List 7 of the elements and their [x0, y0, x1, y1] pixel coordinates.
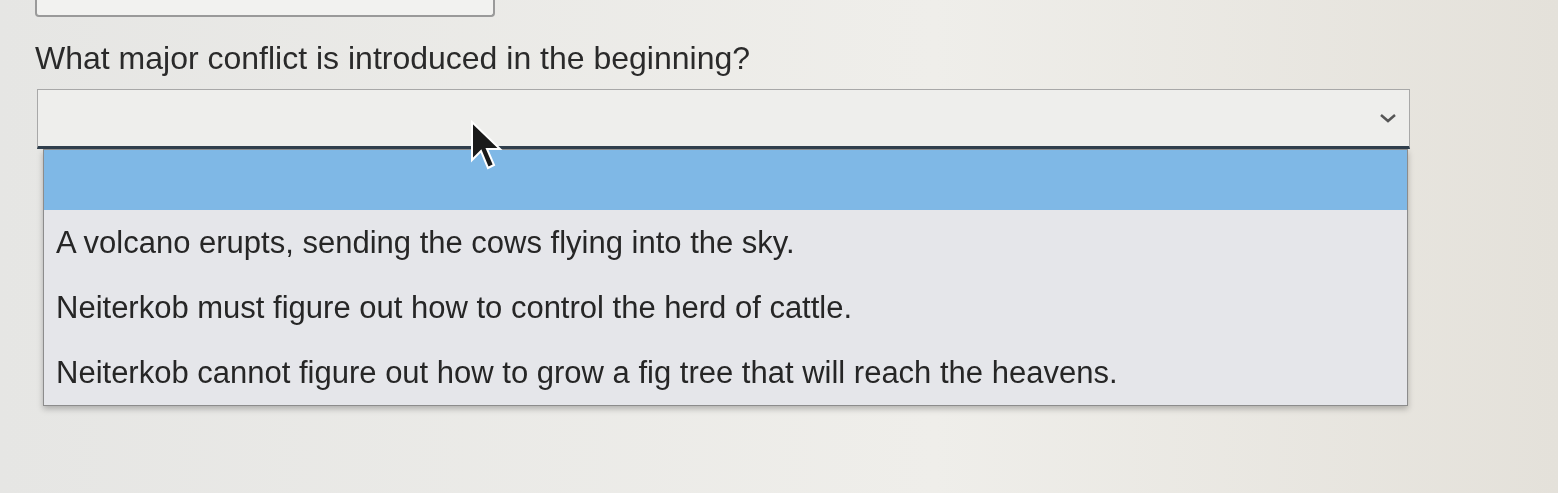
- dropdown-select[interactable]: [37, 89, 1410, 149]
- dropdown-option[interactable]: Neiterkob must figure out how to control the herd of cattle.: [44, 275, 1407, 340]
- question-text: What major conflict is introduced in the beginning?: [35, 40, 752, 77]
- dropdown-option[interactable]: A volcano erupts, sending the cows flying into the sky.: [44, 210, 1407, 275]
- button-outline[interactable]: [35, 0, 495, 17]
- dropdown-option[interactable]: Neiterkob cannot figure out how to grow a fig tree that will reach the heavens.: [44, 340, 1407, 405]
- chevron-icon: [1379, 112, 1397, 124]
